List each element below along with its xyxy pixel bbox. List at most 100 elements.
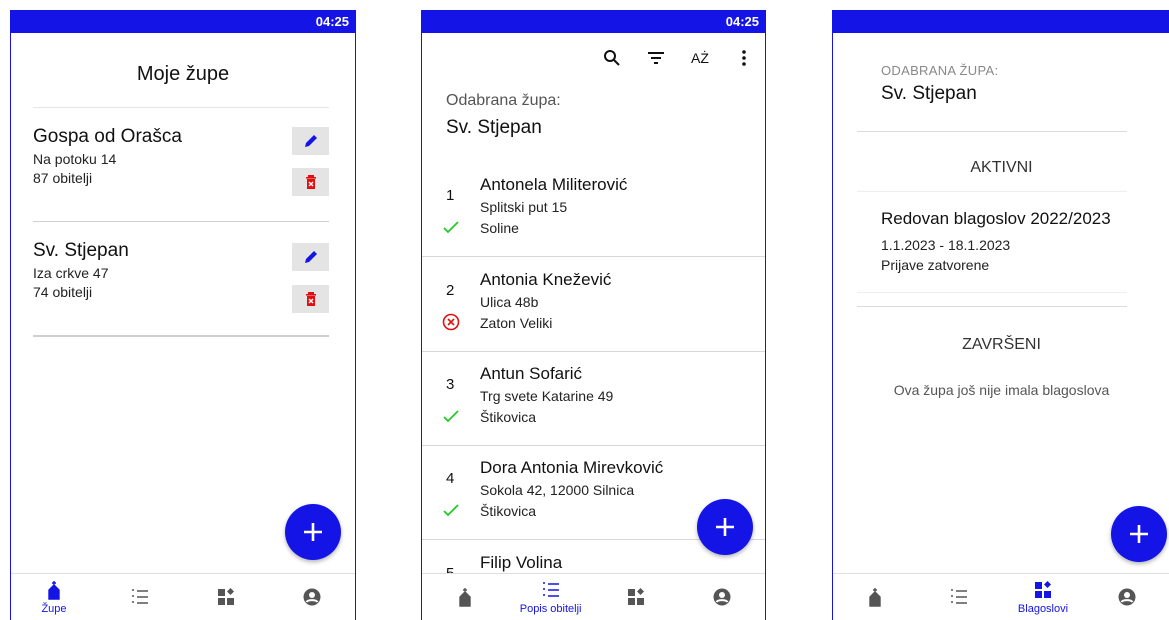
search-button[interactable] <box>603 48 621 68</box>
divider <box>33 107 329 108</box>
edit-parish-button[interactable] <box>292 243 329 271</box>
toolbar: AŻ <box>603 48 753 68</box>
trash-icon <box>305 175 316 189</box>
trash-icon <box>305 292 316 306</box>
blessing-dates: 1.1.2023 - 18.1.2023 <box>881 237 1011 253</box>
status-time: 04:25 <box>725 14 759 29</box>
add-parish-button[interactable] <box>285 504 341 560</box>
list-icon <box>132 589 148 604</box>
nav-item-parishes[interactable] <box>422 574 508 620</box>
delete-parish-button[interactable] <box>292 168 329 196</box>
blessing-icon <box>1035 580 1051 598</box>
nav-item-blessings[interactable] <box>183 574 269 620</box>
finished-heading: ZAVRŠENI <box>962 336 1041 353</box>
nav-label: Župe <box>41 602 67 615</box>
church-icon <box>459 588 471 607</box>
nav-label: Blagoslovi <box>1017 602 1069 615</box>
bottom-navigation: Blagoslovi <box>833 573 1169 620</box>
empty-message: Ova župa još nije imala blagoslova <box>893 382 1110 398</box>
active-heading: AKTIVNI <box>970 159 1033 176</box>
nav-item-families[interactable] <box>917 574 1001 620</box>
account-icon <box>303 588 321 606</box>
status-bar: 04:25 <box>422 10 765 33</box>
status-bar: 04:25 <box>11 10 355 33</box>
account-icon <box>1118 588 1136 606</box>
family-name: Antonela Militerović <box>480 175 628 194</box>
parish-card[interactable]: Gospa od Orašca Na potoku 14 87 obitelji <box>33 126 329 222</box>
account-icon <box>713 588 731 606</box>
blessing-icon <box>628 588 645 605</box>
pencil-icon <box>304 135 317 147</box>
rejected-icon <box>442 313 460 331</box>
selected-parish-label: ODABRANA ŽUPA: <box>881 63 999 78</box>
nav-item-families[interactable]: Popis obitelji <box>508 574 594 620</box>
more-icon <box>742 50 746 66</box>
family-address: Splitski put 15 <box>480 199 568 215</box>
nav-item-account[interactable] <box>1085 574 1169 620</box>
parish-family-count: 87 obitelji <box>33 170 93 186</box>
family-number: 2 <box>446 282 455 299</box>
family-place: Zaton Veliki <box>480 315 553 331</box>
blessing-item[interactable]: Redovan blagoslov 2022/2023 1.1.2023 - 1… <box>881 209 1111 273</box>
filter-icon <box>648 52 664 64</box>
screen-families: 04:25 AŻ Odabrana župa: Sv. Stjepan 1 An… <box>421 10 766 620</box>
family-item[interactable]: 3 Antun Sofarić Trg svete Katarine 49 Št… <box>422 352 765 446</box>
parish-name: Sv. Stjepan <box>33 240 129 261</box>
blessing-name: Redovan blagoslov 2022/2023 <box>881 209 1111 228</box>
nav-label: Popis obitelji <box>519 602 582 615</box>
check-icon <box>443 221 459 234</box>
divider <box>857 292 1127 293</box>
screen-parishes: 04:25 Moje župe Gospa od Orašca Na potok… <box>10 10 356 620</box>
parish-address: Iza crkve 47 <box>33 265 109 281</box>
nav-item-parishes[interactable]: Župe <box>11 574 97 620</box>
edit-parish-button[interactable] <box>292 127 329 155</box>
parish-card[interactable]: Sv. Stjepan Iza crkve 47 74 obitelji <box>33 240 329 337</box>
selected-parish-name: Sv. Stjepan <box>446 117 542 138</box>
family-address: Ulica 48b <box>480 294 539 310</box>
plus-icon <box>716 518 734 536</box>
delete-parish-button[interactable] <box>292 285 329 313</box>
nav-item-blessings[interactable] <box>594 574 680 620</box>
bottom-navigation: Župe <box>11 573 355 620</box>
family-place: Štikovica <box>480 409 537 425</box>
filter-button[interactable] <box>647 48 665 68</box>
parish-family-count: 74 obitelji <box>33 284 93 300</box>
family-place: Soline <box>480 220 519 236</box>
family-place: Štikovica <box>480 503 537 519</box>
family-name: Antun Sofarić <box>480 364 583 383</box>
family-name: Filip Volina <box>480 553 563 572</box>
page-title: Moje župe <box>136 63 230 85</box>
family-number: 3 <box>446 376 455 393</box>
parish-name: Gospa od Orašca <box>33 126 182 147</box>
bottom-navigation: Popis obitelji <box>422 573 765 620</box>
add-family-button[interactable] <box>697 499 753 555</box>
nav-item-families[interactable] <box>97 574 183 620</box>
plus-icon <box>1130 525 1148 543</box>
family-address: Trg svete Katarine 49 <box>480 388 614 404</box>
list-icon <box>542 581 559 597</box>
status-time: 04:25 <box>315 14 349 29</box>
nav-item-account[interactable] <box>679 574 765 620</box>
family-address: Sokola 42, 12000 Silnica <box>480 482 635 498</box>
sort-button[interactable]: AŻ <box>691 48 709 68</box>
family-item[interactable]: 1 Antonela Militerović Splitski put 15 S… <box>422 163 765 257</box>
more-button[interactable] <box>735 48 753 68</box>
list-icon <box>951 589 967 604</box>
sort-az-icon: AŻ <box>691 50 709 66</box>
selected-parish-name: Sv. Stjepan <box>881 83 977 104</box>
nav-item-parishes[interactable] <box>833 574 917 620</box>
family-number: 4 <box>446 470 455 487</box>
divider <box>857 131 1127 132</box>
divider <box>857 306 1127 307</box>
search-icon <box>604 50 620 66</box>
parish-address: Na potoku 14 <box>33 151 117 167</box>
family-name: Antonia Knežević <box>480 270 612 289</box>
nav-item-blessings[interactable]: Blagoslovi <box>1001 574 1085 620</box>
nav-item-account[interactable] <box>269 574 355 620</box>
add-blessing-button[interactable] <box>1111 506 1167 562</box>
check-icon <box>443 410 459 423</box>
family-item[interactable]: 2 Antonia Knežević Ulica 48b Zaton Velik… <box>422 258 765 352</box>
family-name: Dora Antonia Mirevković <box>480 458 664 477</box>
pencil-icon <box>304 251 317 263</box>
blessing-status: Prijave zatvorene <box>881 257 990 273</box>
